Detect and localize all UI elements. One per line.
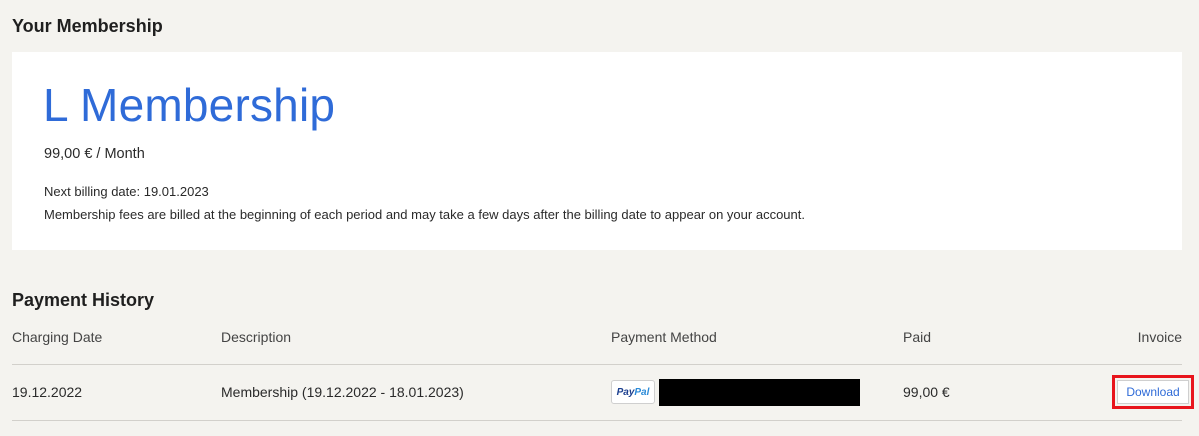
- billing-note: Membership fees are billed at the beginn…: [44, 207, 805, 222]
- redacted-payment-details: [659, 379, 860, 406]
- payment-history-heading: Payment History: [12, 290, 155, 310]
- next-billing-date: Next billing date: 19.01.2023: [44, 184, 209, 199]
- membership-heading: Your Membership: [12, 16, 163, 36]
- column-header-invoice: Invoice: [1137, 329, 1182, 345]
- column-header-description: Description: [221, 329, 292, 345]
- plan-name: L Membership: [43, 79, 336, 131]
- plan-price: 99,00 € / Month: [44, 146, 145, 162]
- paypal-logo-text-pay: Pay: [616, 386, 635, 398]
- membership-card: L Membership 99,00 € / Month Next billin…: [12, 52, 1182, 250]
- download-invoice-button[interactable]: Download: [1117, 380, 1189, 404]
- table-row-divider: [12, 420, 1182, 421]
- row-description: Membership (19.12.2022 - 18.01.2023): [221, 384, 464, 400]
- column-header-paid: Paid: [903, 329, 932, 345]
- download-highlight-box: Download: [1112, 375, 1194, 409]
- row-charging-date: 19.12.2022: [12, 384, 83, 400]
- paypal-logo-icon: Pay Pal: [611, 380, 655, 404]
- table-header-divider: [12, 364, 1182, 365]
- row-paid-amount: 99,00 €: [903, 384, 950, 400]
- column-header-charging-date: Charging Date: [12, 329, 103, 345]
- column-header-payment-method: Payment Method: [611, 329, 717, 345]
- paypal-logo-text-pal: Pal: [634, 386, 650, 398]
- membership-page: Your Membership L Membership 99,00 € / M…: [0, 0, 1199, 436]
